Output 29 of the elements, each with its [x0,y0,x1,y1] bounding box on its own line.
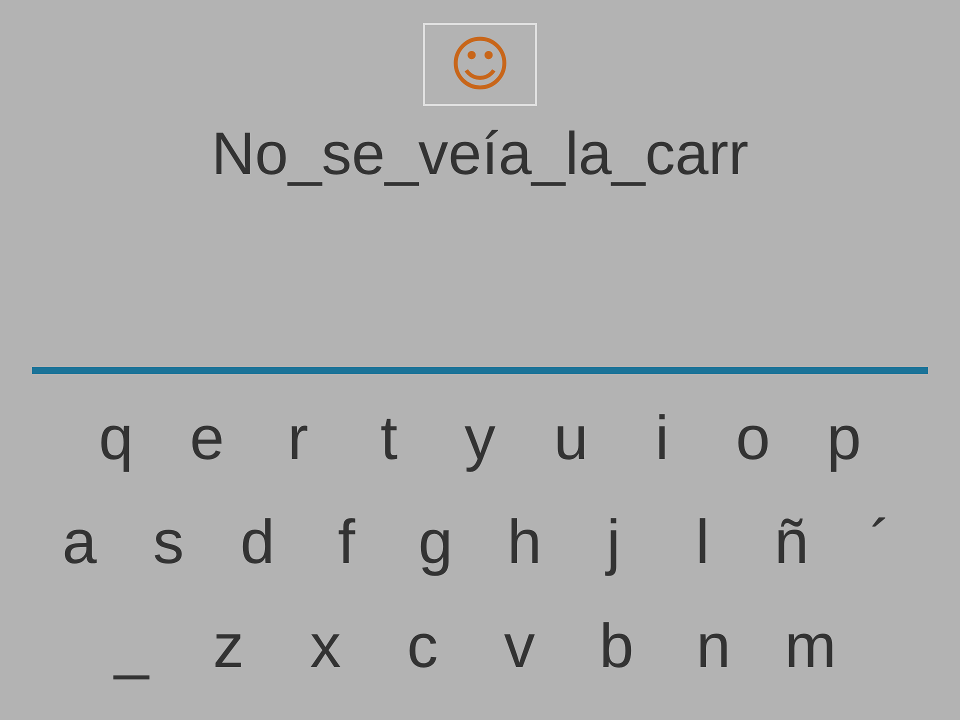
letter-key[interactable]: r [252,400,344,478]
letter-key[interactable]: q [70,400,162,478]
letter-key[interactable]: o [708,400,798,478]
letter-key[interactable]: ´ [836,504,925,582]
letter-key[interactable]: d [213,504,302,582]
letter-key[interactable]: n [665,608,762,686]
letter-key[interactable]: ñ [747,504,836,582]
letter-key[interactable]: h [480,504,569,582]
letter-key[interactable]: a [35,504,124,582]
letter-key[interactable]: s [124,504,213,582]
phrase-text: No_se_veía_la_carr [212,124,748,184]
letter-key[interactable]: b [568,608,665,686]
letter-key[interactable]: v [471,608,568,686]
smiley-icon: ☺ [448,34,512,94]
letter-key[interactable]: f [302,504,391,582]
letter-key[interactable]: c [374,608,471,686]
letter-key[interactable]: j [569,504,658,582]
letter-key[interactable]: _ [83,608,180,686]
letter-key[interactable]: e [162,400,252,478]
letter-key[interactable]: g [391,504,480,582]
letter-key[interactable]: m [762,608,859,686]
letter-key[interactable]: i [616,400,708,478]
letter-key[interactable]: l [658,504,747,582]
letter-key[interactable]: y [434,400,526,478]
letter-key[interactable]: x [277,608,374,686]
letter-key[interactable]: p [798,400,890,478]
letter-key[interactable]: z [180,608,277,686]
letter-key[interactable]: u [526,400,616,478]
letter-key[interactable]: t [344,400,434,478]
